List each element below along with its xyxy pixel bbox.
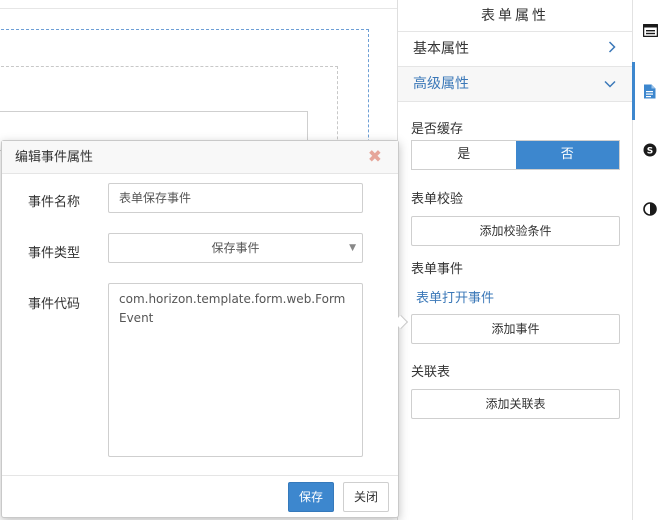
icon-rail: S (632, 0, 666, 520)
form-open-event-link[interactable]: 表单打开事件 (416, 287, 494, 306)
property-panel: 表单属性 基本属性 高级属性 是否缓存 是 否 表单校验 添加校验条件 表单事件… (397, 0, 632, 520)
cache-option-yes[interactable]: 是 (412, 141, 516, 169)
panel-title: 表单属性 (398, 0, 632, 32)
close-button[interactable]: 关闭 (343, 482, 389, 512)
event-type-label: 事件类型 (28, 246, 81, 261)
event-name-input[interactable]: 表单保存事件 (108, 183, 363, 213)
event-name-label: 事件名称 (28, 195, 81, 210)
cache-toggle: 是 否 (411, 140, 620, 170)
dropdown-caret-icon: ▼ (349, 243, 356, 253)
close-icon[interactable]: ✖ (368, 141, 382, 174)
related-table-label: 关联表 (411, 365, 451, 380)
cache-option-no[interactable]: 否 (515, 141, 619, 169)
accordion-advanced-properties[interactable]: 高级属性 (398, 67, 632, 102)
accordion-label: 基本属性 (413, 41, 469, 57)
accordion-label: 高级属性 (413, 76, 469, 92)
active-tab-marker (632, 62, 635, 120)
dialog-title: 编辑事件属性 (15, 150, 94, 165)
event-type-select[interactable]: 保存事件 ▼ (108, 233, 363, 263)
window-icon[interactable] (642, 23, 659, 39)
add-related-table-button[interactable]: 添加关联表 (411, 389, 620, 419)
canvas-divider (0, 8, 397, 9)
save-button[interactable]: 保存 (288, 482, 334, 512)
dialog-footer: 保存 关闭 (2, 475, 398, 517)
event-type-value: 保存事件 (211, 241, 260, 255)
chevron-right-icon (608, 32, 616, 67)
event-code-textarea[interactable]: com.horizon.template.form.web.FormEvent (108, 283, 363, 457)
add-validation-button[interactable]: 添加校验条件 (411, 216, 620, 246)
accordion-basic-properties[interactable]: 基本属性 (398, 32, 632, 67)
chevron-down-icon (604, 67, 616, 102)
add-event-button[interactable]: 添加事件 (411, 314, 620, 344)
validation-label: 表单校验 (411, 192, 464, 207)
event-code-label: 事件代码 (28, 297, 81, 312)
dialog-header: 编辑事件属性 ✖ (2, 141, 398, 174)
skype-icon[interactable]: S (643, 143, 658, 158)
cache-label: 是否缓存 (411, 122, 464, 137)
svg-text:S: S (647, 147, 653, 157)
form-events-label: 表单事件 (411, 262, 464, 277)
edit-event-dialog: 编辑事件属性 ✖ 事件名称 表单保存事件 事件类型 保存事件 ▼ 事件代码 co… (1, 140, 409, 518)
document-icon[interactable] (643, 84, 658, 99)
contrast-icon[interactable] (643, 202, 658, 217)
